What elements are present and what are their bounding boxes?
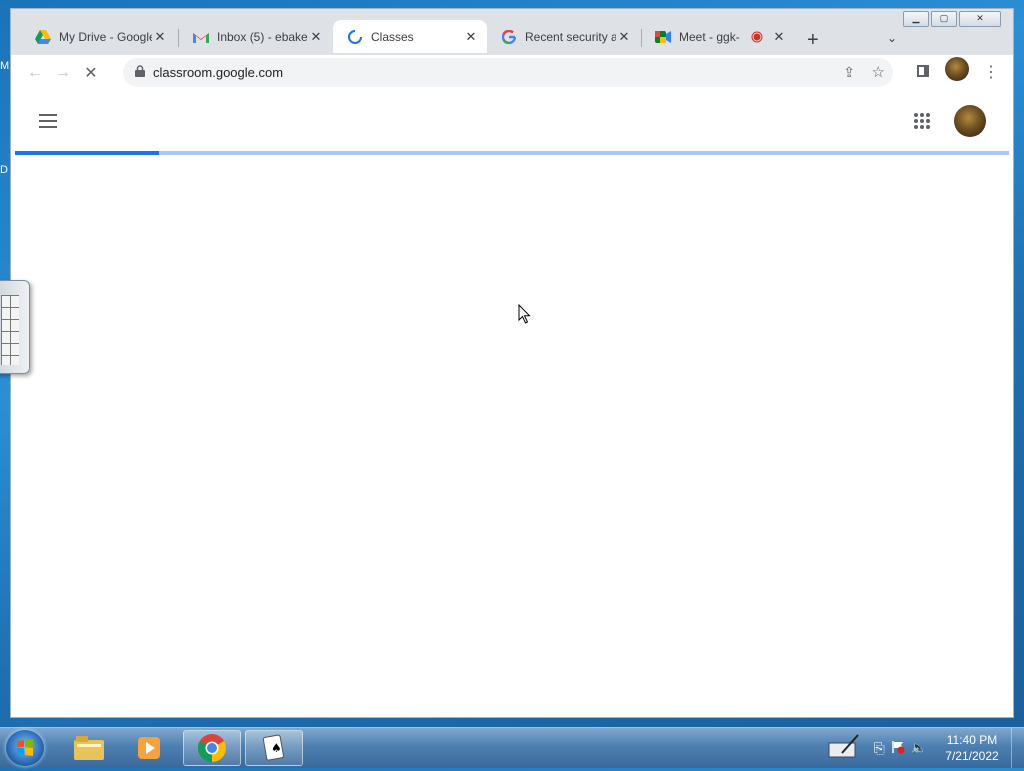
start-button[interactable] — [6, 730, 44, 766]
taskbar-chrome[interactable] — [183, 730, 241, 766]
tab-title: Recent security activity — [525, 29, 616, 44]
taskbar-file-explorer[interactable] — [60, 730, 118, 766]
google-drive-icon — [35, 29, 51, 45]
tab-title: Classes — [371, 29, 414, 44]
tab-my-drive[interactable]: My Drive - Google ✕ — [21, 20, 176, 53]
lock-icon[interactable] — [135, 64, 145, 82]
tab-strip: My Drive - Google ✕ Inbox (5) - ebaker ✕… — [11, 17, 1013, 55]
tab-meet[interactable]: Meet - ggk- ✕ — [641, 20, 795, 53]
share-icon[interactable]: ⇪ — [843, 64, 855, 81]
taskbar-media-player[interactable] — [120, 730, 178, 766]
close-tab-icon[interactable]: ✕ — [463, 29, 479, 45]
tab-title: Meet - ggk- — [679, 29, 740, 44]
recording-icon — [749, 29, 765, 45]
clock-time: 11:40 PM — [946, 733, 998, 747]
tab-classes[interactable]: Classes ✕ — [333, 20, 487, 53]
address-bar[interactable]: classroom.google.com ⇪ ☆ — [123, 58, 893, 87]
menu-dots-icon[interactable]: ⋮ — [983, 62, 999, 82]
google-icon — [501, 29, 517, 45]
desktop-icon-label: M — [0, 60, 10, 72]
close-tab-icon[interactable]: ✕ — [616, 29, 632, 45]
clock-date: 7/21/2022 — [945, 749, 999, 763]
show-desktop-button[interactable] — [1011, 728, 1024, 768]
volume-icon[interactable]: 🔈 — [911, 740, 927, 756]
system-tray: ⎘ 🔈 11:40 PM 7/21/2022 — [828, 728, 1024, 768]
tab-title: My Drive - Google — [59, 29, 152, 44]
folder-icon — [74, 736, 104, 760]
forward-arrow-icon[interactable]: → — [49, 64, 77, 82]
taskbar: ♠ ⎘ 🔈 11:40 PM 7/21/2022 — [0, 727, 1024, 768]
loading-spinner-icon — [347, 29, 363, 45]
pen-tablet-icon[interactable] — [828, 733, 860, 764]
clock[interactable]: 11:40 PM 7/21/2022 — [937, 732, 1007, 764]
browser-window: ▁ ▢ ✕ My Drive - Google ✕ Inbox (5) - eb… — [10, 8, 1014, 718]
side-panel-icon[interactable] — [917, 65, 929, 77]
on-screen-keyboard-tab[interactable] — [0, 280, 30, 374]
account-avatar[interactable] — [954, 105, 986, 137]
tab-inbox[interactable]: Inbox (5) - ebaker ✕ — [179, 20, 332, 53]
loading-progress-bar — [15, 151, 1009, 155]
tab-search-chevron-icon[interactable]: ⌄ — [887, 31, 897, 45]
profile-avatar[interactable] — [945, 57, 969, 81]
action-center-flag-icon[interactable] — [891, 740, 905, 757]
main-menu-icon[interactable] — [39, 114, 57, 132]
network-icon[interactable]: ⎘ — [874, 740, 885, 757]
close-tab-icon[interactable]: ✕ — [308, 29, 324, 45]
chrome-icon — [198, 734, 226, 762]
keyboard-icon — [1, 295, 19, 365]
windows-logo-icon — [17, 739, 33, 756]
progress-fill — [15, 151, 160, 155]
tab-title: Inbox (5) - ebaker — [217, 29, 308, 44]
page-content — [11, 90, 1013, 717]
mouse-cursor-icon — [518, 304, 531, 324]
stop-loading-icon[interactable]: ✕ — [77, 63, 105, 83]
back-arrow-icon[interactable]: ← — [21, 64, 49, 82]
browser-toolbar: ← → ✕ classroom.google.com ⇪ ☆ ⋮ — [11, 55, 1013, 90]
media-player-icon — [138, 737, 160, 759]
close-tab-icon[interactable]: ✕ — [771, 29, 787, 45]
classroom-app-bar — [11, 90, 1013, 151]
taskbar-solitaire[interactable]: ♠ — [245, 730, 303, 766]
cards-icon: ♠ — [262, 734, 284, 761]
gmail-icon — [193, 29, 209, 45]
desktop-icon-label: D — [0, 164, 8, 176]
google-meet-icon — [655, 29, 671, 45]
url-text: classroom.google.com — [153, 65, 284, 80]
close-tab-icon[interactable]: ✕ — [152, 29, 168, 45]
bookmark-star-icon[interactable]: ☆ — [872, 63, 885, 81]
svg-text:♠: ♠ — [271, 741, 282, 755]
tab-recent-security[interactable]: Recent security activity ✕ — [487, 20, 640, 53]
new-tab-icon[interactable]: + — [807, 29, 819, 52]
google-apps-icon[interactable] — [913, 112, 931, 135]
